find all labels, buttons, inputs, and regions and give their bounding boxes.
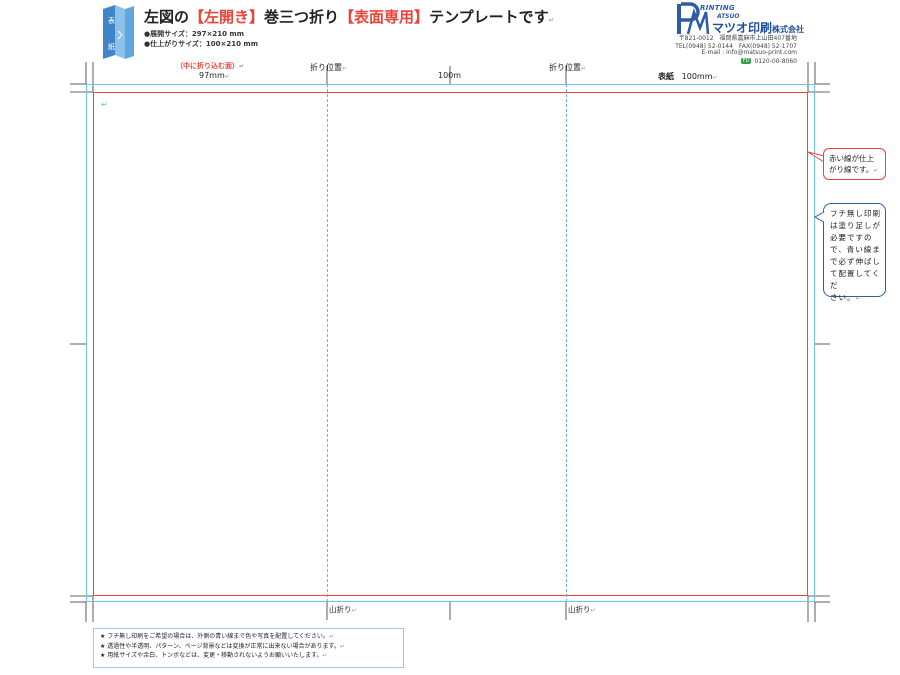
note-item: ★ フチ無し印刷をご希望の場合は、外側の青い線まで色や写真を配置してください。↵ <box>100 633 334 640</box>
note-item: ★ 透過性や半透明、パターン、ページ背景などは変換が正常に出来ない場合があります… <box>100 642 345 650</box>
notes-box: ★ フチ無し印刷をご希望の場合は、外側の青い線まで色や写真を配置してください。↵… <box>93 628 404 668</box>
text-cursor-icon[interactable]: ↵ <box>101 100 108 109</box>
trim-line-note: 赤い線が仕上 がり線です。↵ <box>823 148 886 180</box>
blue-bubble-pointer <box>813 211 825 223</box>
mountain-fold-label-2: 山折り↵ <box>568 605 596 614</box>
mountain-fold-label-1: 山折り↵ <box>329 605 357 614</box>
fold-line-1 <box>327 84 328 602</box>
trim-line <box>93 92 808 596</box>
bleed-note: フチ無し印刷 は塗り足しが 必要ですの で、青い線ま で必ず伸ばし て配置してく… <box>823 203 886 302</box>
note-item: ★ 用紙サイズや余白、トンボなどは、変更・移動されないようお願いいたします。↵ <box>100 652 328 660</box>
fold-line-2 <box>566 84 567 602</box>
